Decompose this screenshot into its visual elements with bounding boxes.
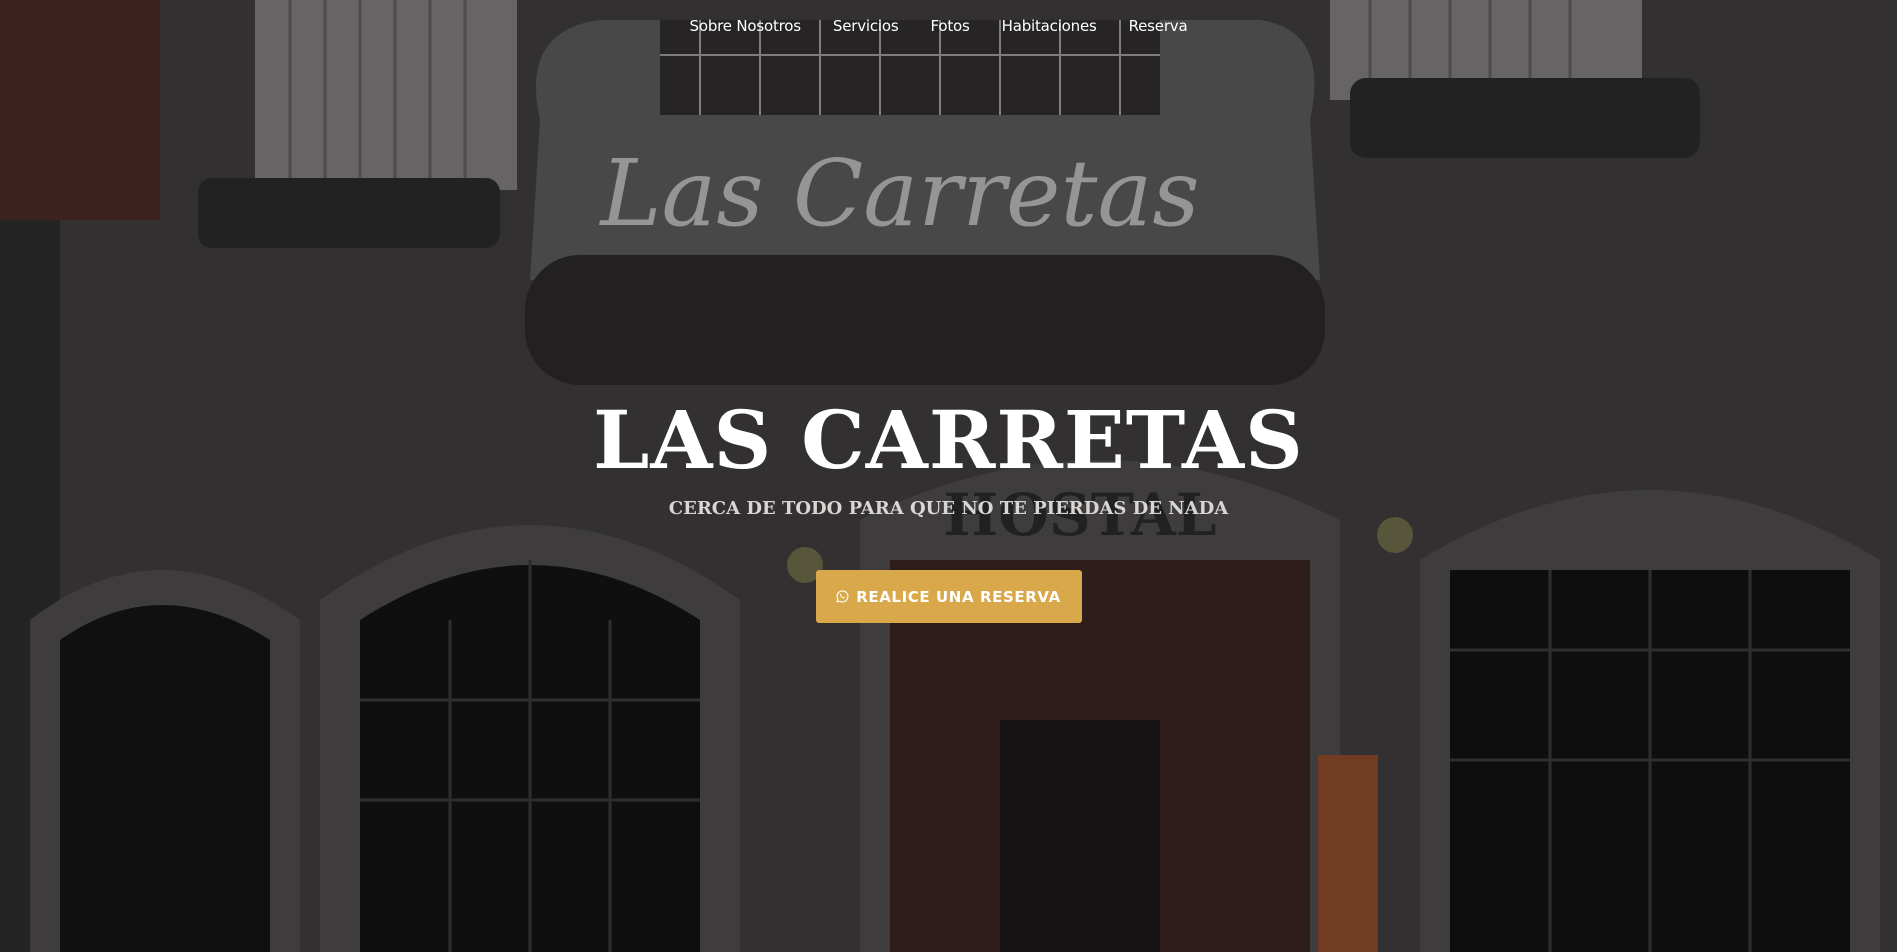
main-nav: Sobre Nosotros Servicios Fotos Habitacio… — [0, 17, 1897, 35]
nav-item-servicios[interactable]: Servicios — [817, 17, 915, 35]
reserve-button[interactable]: REALICE UNA RESERVA — [815, 570, 1082, 623]
nav-item-fotos[interactable]: Fotos — [914, 17, 985, 35]
whatsapp-icon — [836, 590, 849, 603]
nav-item-habitaciones[interactable]: Habitaciones — [986, 17, 1113, 35]
reserve-button-label: REALICE UNA RESERVA — [856, 587, 1061, 606]
nav-item-reserva[interactable]: Reserva — [1113, 17, 1204, 35]
hero-section: Las Carretas HOSTAL Sobre Nosotros Servi… — [0, 0, 1897, 952]
hero-content: LAS CARRETAS CERCA DE TODO PARA QUE NO T… — [0, 392, 1897, 623]
hero-subtitle: CERCA DE TODO PARA QUE NO TE PIERDAS DE … — [668, 498, 1229, 519]
nav-item-sobre-nosotros[interactable]: Sobre Nosotros — [674, 17, 817, 35]
hero-title: LAS CARRETAS — [593, 393, 1304, 487]
